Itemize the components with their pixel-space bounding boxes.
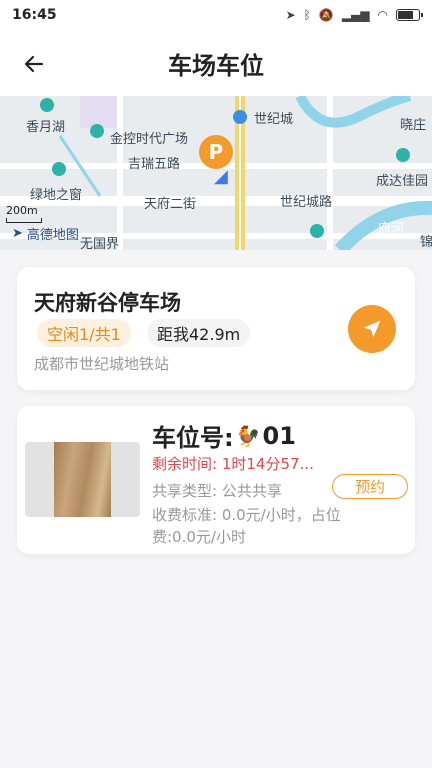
- remaining-time: 剩余时间: 1时14分57...: [152, 455, 314, 473]
- map-scale: 200m: [6, 204, 42, 223]
- map-label: 天府二街: [144, 197, 197, 212]
- map-label: 无国界: [80, 237, 120, 250]
- battery-icon: [396, 9, 423, 21]
- chick-icon: 🐓: [235, 423, 261, 448]
- map-label: 世纪城路: [280, 195, 333, 210]
- poi-icon: [90, 124, 104, 138]
- space-number: 车位号: 🐓 01: [152, 418, 296, 453]
- navigation-arrow-icon: [363, 320, 381, 338]
- parking-lot-card[interactable]: 天府新谷停车场 空闲1/共1 距我42.9m 成都市世纪城地铁站: [17, 267, 415, 390]
- map-label: 府河: [378, 222, 405, 237]
- map-logo-label: 高德地图: [26, 228, 79, 243]
- map-label: 成达佳园: [376, 174, 429, 189]
- reserve-button[interactable]: 预约: [332, 474, 408, 499]
- status-time: 16:45: [12, 7, 57, 23]
- location-icon: ➤: [285, 8, 296, 22]
- header-bar: 车场车位: [0, 30, 432, 96]
- map-label: 晓庄: [400, 118, 427, 133]
- vacancy-badge: 空闲1/共1: [37, 319, 131, 347]
- parking-space-card[interactable]: 车位号: 🐓 01 剩余时间: 1时14分57... 共享类型: 公共共享 收费…: [17, 406, 415, 554]
- signal-icon: ▂▄▆: [341, 8, 370, 22]
- bluetooth-icon: ᛒ: [303, 8, 311, 22]
- map-label: 金控时代广场: [110, 132, 189, 147]
- map-label: 绿地之窗: [30, 188, 83, 203]
- map-logo: ➤ 高德地图: [12, 224, 79, 243]
- map-label: 吉瑞五路: [128, 157, 181, 172]
- map-label: 世纪城: [254, 112, 294, 127]
- parking-lot-address: 成都市世纪城地铁站: [34, 355, 170, 373]
- mute-icon: 🔕: [318, 8, 334, 22]
- back-button[interactable]: [18, 48, 50, 80]
- fee-standard: 收费标准: 0.0元/小时，占位费:0.0元/小时: [152, 506, 341, 546]
- amap-logo-icon: ➤: [12, 226, 23, 241]
- poi-icon: [310, 224, 324, 238]
- arrow-left-icon: [24, 55, 44, 73]
- space-number-prefix: 车位号:: [152, 424, 234, 452]
- page-title: 车场车位: [168, 51, 264, 80]
- distance-badge: 距我42.9m: [147, 319, 251, 347]
- share-type: 共享类型: 公共共享: [152, 482, 282, 500]
- parking-marker[interactable]: P: [199, 135, 233, 169]
- poi-icon: [396, 148, 410, 162]
- status-bar: 16:45 ➤ ᛒ 🔕 ▂▄▆ ◠: [0, 0, 432, 30]
- poi-icon: [52, 162, 66, 176]
- space-number-value: 01: [262, 421, 296, 450]
- map-label: 锦: [420, 235, 432, 250]
- map-label: 香月湖: [26, 120, 66, 135]
- navigate-button[interactable]: [348, 305, 396, 353]
- space-photo: [25, 442, 140, 517]
- my-location-icon: ◢: [214, 166, 228, 187]
- status-icons: ➤ ᛒ 🔕 ▂▄▆ ◠: [285, 8, 423, 22]
- map-view[interactable]: 香月湖 金控时代广场 世纪城 晓庄 吉瑞五路 成达佳园 绿地之窗 天府二街 世纪…: [0, 96, 432, 250]
- metro-icon: [233, 110, 247, 124]
- map-scale-label: 200m: [6, 204, 38, 217]
- wifi-icon: ◠: [377, 8, 388, 22]
- parking-lot-name: 天府新谷停车场: [34, 291, 181, 315]
- poi-icon: [40, 98, 54, 112]
